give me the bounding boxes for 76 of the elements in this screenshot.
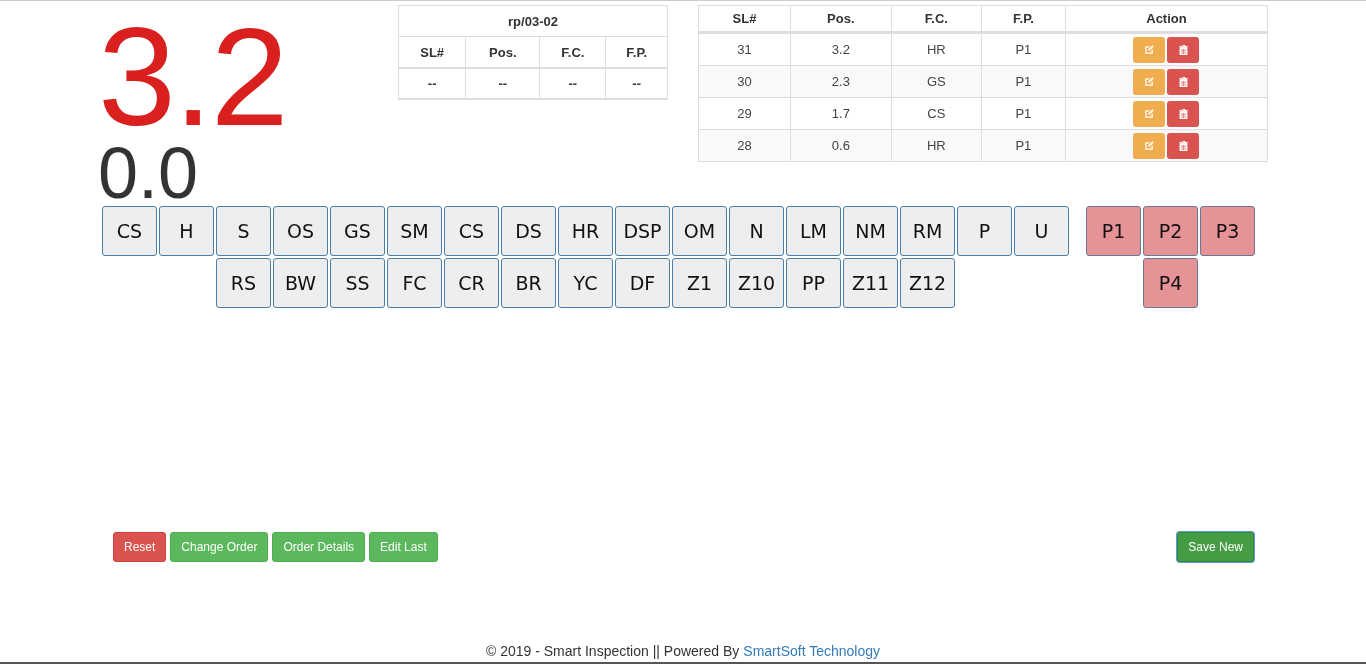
table-cell: P1	[981, 32, 1066, 66]
fault-code-button[interactable]: OM	[672, 206, 727, 256]
edit-icon	[1144, 141, 1154, 150]
trash-icon	[1178, 140, 1188, 151]
fault-code-button[interactable]: DF	[615, 258, 670, 308]
edit-icon	[1144, 109, 1154, 118]
fault-code-button[interactable]: Z11	[843, 258, 898, 308]
position-button[interactable]: P3	[1200, 206, 1255, 256]
edit-icon	[1144, 45, 1154, 54]
trash-icon	[1178, 108, 1188, 119]
fault-code-button[interactable]: S	[216, 206, 271, 256]
table-cell: 3.2	[790, 32, 892, 66]
fault-code-button[interactable]: BR	[501, 258, 556, 308]
fault-code-button[interactable]: YC	[558, 258, 613, 308]
column-header: Action	[1065, 5, 1268, 33]
fault-code-button[interactable]: LM	[786, 206, 841, 256]
position-button[interactable]: P1	[1086, 206, 1141, 256]
fault-code-button[interactable]: GS	[330, 206, 385, 256]
delete-button[interactable]	[1167, 68, 1200, 95]
trash-icon	[1178, 76, 1188, 87]
table-cell: 0.6	[790, 129, 892, 162]
column-header: Pos.	[790, 5, 892, 33]
table-cell: --	[539, 68, 606, 99]
fault-code-button[interactable]: SS	[330, 258, 385, 308]
fault-code-button[interactable]: PP	[786, 258, 841, 308]
fault-code-button[interactable]: Z10	[729, 258, 784, 308]
fault-code-button[interactable]: HR	[558, 206, 613, 256]
footer-text: © 2019 - Smart Inspection || Powered By	[485, 643, 740, 659]
fault-code-button[interactable]: U	[1014, 206, 1069, 256]
fault-code-button[interactable]: RS	[216, 258, 271, 308]
table-cell: CS	[891, 97, 982, 130]
fault-code-button[interactable]: SM	[387, 206, 442, 256]
fault-code-button[interactable]: NM	[843, 206, 898, 256]
fault-code-button[interactable]: CS	[102, 206, 157, 256]
table-cell: --	[605, 68, 668, 99]
table-cell: P1	[981, 65, 1066, 98]
delete-button[interactable]	[1167, 36, 1200, 63]
edit-icon	[1144, 77, 1154, 86]
table-cell: --	[398, 68, 466, 99]
position-button[interactable]: P4	[1143, 258, 1198, 308]
table-cell: 29	[698, 97, 791, 130]
fault-code-button[interactable]: OS	[273, 206, 328, 256]
fault-code-button[interactable]: CS	[444, 206, 499, 256]
table-cell: P1	[981, 129, 1066, 162]
company-link[interactable]: SmartSoft Technology	[743, 643, 881, 659]
table-title: rp/03-02	[398, 5, 668, 37]
table-cell: 28	[698, 129, 791, 162]
table-cell: HR	[891, 32, 982, 66]
column-header: F.C.	[891, 5, 982, 33]
table-cell: HR	[891, 129, 982, 162]
column-header: SL#	[398, 36, 466, 68]
fault-code-button[interactable]: CR	[444, 258, 499, 308]
delete-button[interactable]	[1167, 100, 1200, 127]
fault-code-button[interactable]: Z12	[900, 258, 955, 308]
fault-code-button[interactable]: N	[729, 206, 784, 256]
fault-code-button[interactable]: DS	[501, 206, 556, 256]
table-cell: 31	[698, 32, 791, 66]
position-button[interactable]: P2	[1143, 206, 1198, 256]
table-cell: --	[465, 68, 540, 99]
table-cell: 1.7	[790, 97, 892, 130]
table-cell: GS	[891, 65, 982, 98]
fault-code-button[interactable]: Z1	[672, 258, 727, 308]
fault-code-button[interactable]: H	[159, 206, 214, 256]
fault-code-button[interactable]: FC	[387, 258, 442, 308]
fault-code-button[interactable]: BW	[273, 258, 328, 308]
trash-icon	[1178, 44, 1188, 55]
column-header: F.P.	[981, 5, 1066, 33]
fault-code-button[interactable]: P	[957, 206, 1012, 256]
fault-code-button[interactable]: DSP	[615, 206, 670, 256]
fault-code-button[interactable]: RM	[900, 206, 955, 256]
column-header: SL#	[698, 5, 791, 33]
delete-button[interactable]	[1167, 132, 1200, 159]
table-cell: 2.3	[790, 65, 892, 98]
action-button[interactable]: Reset	[113, 532, 167, 562]
table-cell: 30	[698, 65, 791, 98]
table-cell: P1	[981, 97, 1066, 130]
